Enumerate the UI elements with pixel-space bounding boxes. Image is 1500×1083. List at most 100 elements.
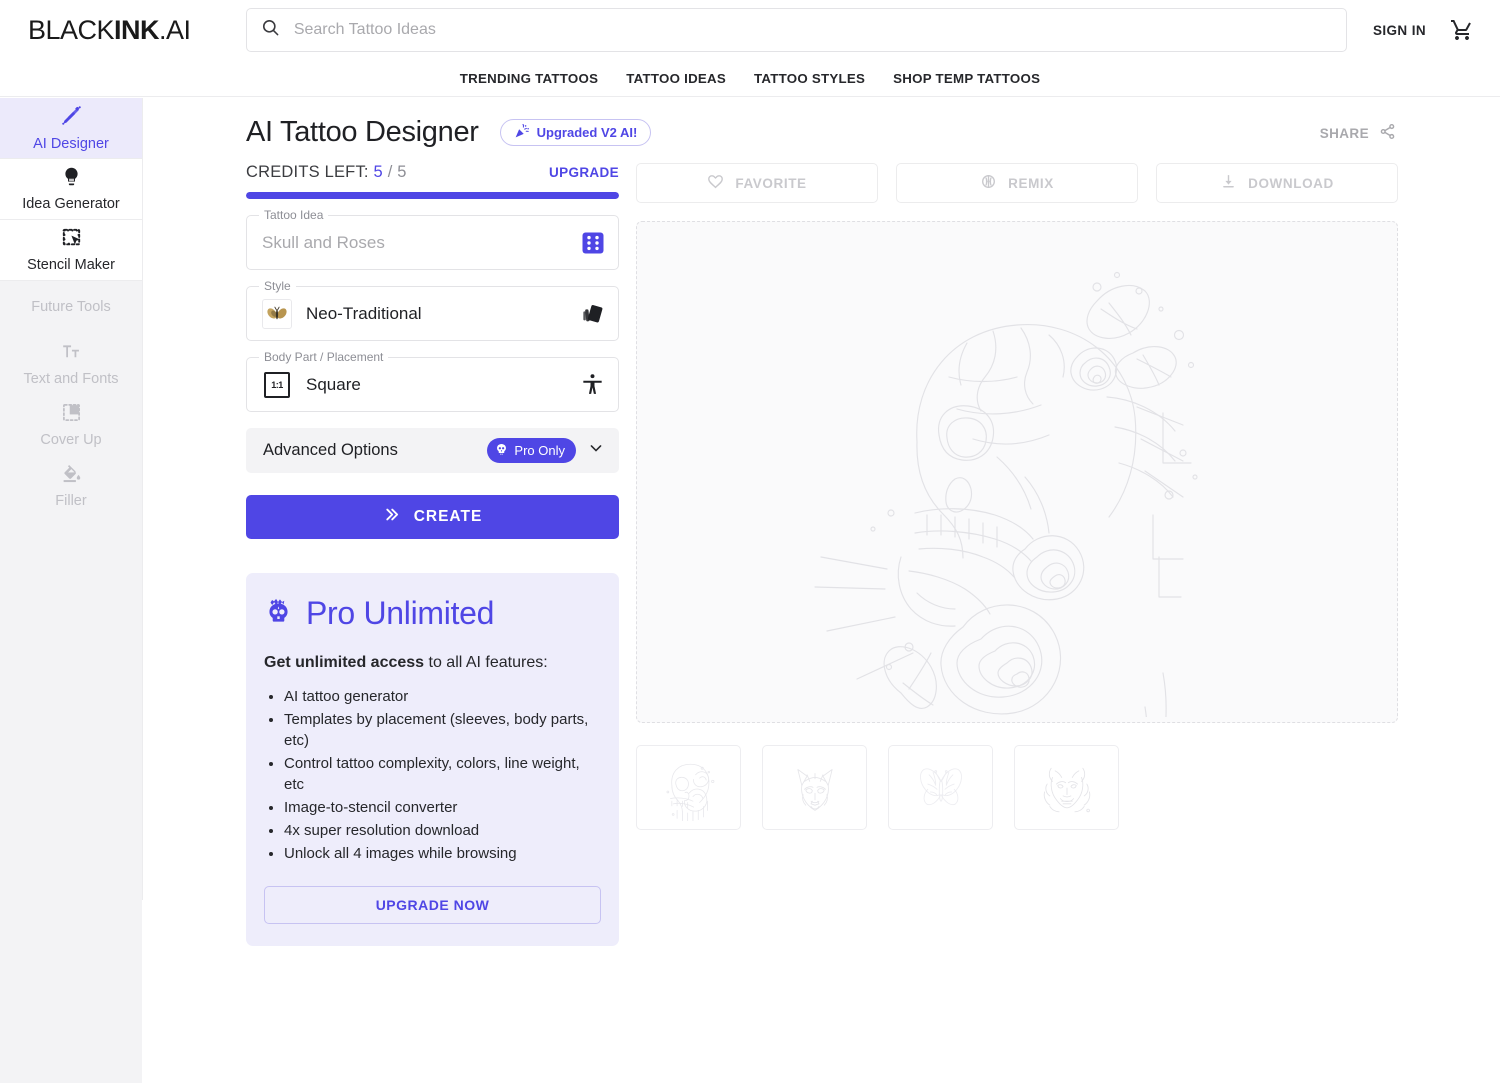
remix-icon (980, 173, 997, 193)
share-button-label: SHARE (1319, 125, 1369, 141)
sidebar-item-cover-up: Cover Up (0, 394, 142, 455)
main-content: AI Tattoo Designer Upgraded V2 AI! SHARE (143, 98, 1500, 946)
credits-total: 5 (397, 163, 407, 181)
chevron-down-icon[interactable] (586, 438, 606, 463)
butterfly-thumbnail (262, 298, 292, 329)
credits-progress-fill (246, 192, 619, 199)
credits-label: CREDITS LEFT: 5 / 5 (246, 163, 407, 182)
download-icon (1220, 173, 1237, 193)
credits-current: 5 (373, 163, 383, 181)
lightbulb-icon (61, 166, 82, 192)
thumbnail-oni-mask[interactable] (1014, 745, 1119, 830)
sidebar-item-stencil-maker[interactable]: Stencil Maker (0, 220, 142, 281)
designer-form-panel: CREDITS LEFT: 5 / 5 UPGRADE Tattoo Idea (246, 163, 619, 946)
brand-logo-part3: .AI (159, 14, 191, 45)
remix-button-label: REMIX (1008, 175, 1054, 191)
tattoo-idea-field[interactable]: Tattoo Idea (246, 208, 619, 270)
double-chevron-right-icon (383, 506, 400, 528)
style-label: Style (259, 279, 296, 293)
search-input[interactable] (293, 21, 1332, 39)
brand-logo[interactable]: BLACKINK.AI (0, 15, 246, 46)
skull-icon (495, 443, 508, 459)
sidebar-item-label: Text and Fonts (23, 370, 119, 387)
share-button[interactable]: SHARE (1320, 123, 1396, 143)
nav-item-trending-tattoos[interactable]: TRENDING TATTOOS (460, 71, 598, 86)
stencil-select-icon (61, 227, 82, 253)
list-item: Control tattoo complexity, colors, line … (284, 753, 601, 795)
aspect-ratio-1-1-icon: 1:1 (262, 370, 292, 400)
brand-logo-part1: BLACK (28, 14, 115, 45)
dice-icon[interactable] (581, 231, 605, 255)
thumbnail-strip (636, 745, 1398, 830)
pro-unlimited-feature-list: AI tattoo generator Templates by placeme… (284, 686, 601, 864)
create-button[interactable]: CREATE (246, 495, 619, 539)
favorite-button[interactable]: FAVORITE (636, 163, 878, 203)
remix-button[interactable]: REMIX (896, 163, 1138, 203)
sign-in-button[interactable]: SIGN IN (1373, 23, 1426, 38)
future-tools-heading: Future Tools (0, 281, 142, 333)
pro-unlimited-title-row: Pro Unlimited (264, 595, 601, 632)
upgraded-v2-badge-label: Upgraded V2 AI! (536, 125, 638, 140)
style-field[interactable]: Style Neo-Traditional (246, 279, 619, 341)
page-title-row: AI Tattoo Designer Upgraded V2 AI! (246, 116, 652, 149)
upgraded-v2-badge[interactable]: Upgraded V2 AI! (499, 119, 652, 146)
credits-progress-bar (246, 192, 619, 199)
future-tools-section: Future Tools Text and Fonts Cover Up Fil… (0, 281, 142, 1083)
advanced-options-toggle[interactable]: Advanced Options Pro Only (246, 428, 619, 473)
thumbnail-skull[interactable] (636, 745, 741, 830)
search-icon (261, 18, 280, 42)
nav-item-shop-temp-tattoos[interactable]: SHOP TEMP TATTOOS (893, 71, 1040, 86)
sidebar-item-text-and-fonts: Text and Fonts (0, 333, 142, 394)
pro-unlimited-card: Pro Unlimited Get unlimited access to al… (246, 573, 619, 946)
pro-unlimited-subtitle: Get unlimited access to all AI features: (264, 654, 601, 672)
top-header: BLACKINK.AI SIGN IN (0, 0, 1500, 60)
shopping-cart-icon[interactable] (1450, 18, 1474, 42)
download-button[interactable]: DOWNLOAD (1156, 163, 1398, 203)
body-part-label: Body Part / Placement (259, 350, 389, 364)
text-format-icon (61, 341, 82, 367)
nav-item-tattoo-styles[interactable]: TATTOO STYLES (754, 71, 865, 86)
nav-item-tattoo-ideas[interactable]: TATTOO IDEAS (626, 71, 726, 86)
credits-separator: / (387, 163, 393, 181)
list-item: Templates by placement (sleeves, body pa… (284, 709, 601, 751)
oni-mask-thumbnail (1043, 767, 1090, 812)
credits-row: CREDITS LEFT: 5 / 5 UPGRADE (246, 163, 619, 182)
pro-unlimited-subtitle-rest: to all AI features: (424, 654, 548, 671)
image-actions-row: FAVORITE REMIX DOWNLOAD (636, 163, 1398, 203)
aspect-ratio-text: 1:1 (264, 371, 290, 398)
upgrade-now-button[interactable]: UPGRADE NOW (264, 886, 601, 924)
pro-only-badge: Pro Only (487, 438, 576, 463)
brand-logo-part2: INK (114, 14, 160, 45)
crowned-skull-icon (264, 597, 293, 631)
pro-unlimited-title: Pro Unlimited (306, 595, 495, 631)
sidebar-item-ai-designer[interactable]: AI Designer (0, 98, 142, 159)
sidebar-item-label: Stencil Maker (27, 257, 115, 273)
style-value: Neo-Traditional (306, 303, 422, 323)
party-popper-icon (514, 123, 530, 142)
style-cards-icon[interactable] (580, 301, 605, 326)
share-icon (1379, 123, 1396, 143)
skull-thumbnail (666, 763, 714, 821)
cover-up-icon (61, 402, 82, 428)
upgrade-link[interactable]: UPGRADE (549, 165, 619, 180)
search-bar[interactable] (245, 8, 1347, 52)
download-button-label: DOWNLOAD (1248, 175, 1334, 191)
create-button-label: CREATE (413, 508, 483, 525)
sidebar-item-label: Idea Generator (22, 196, 120, 212)
sidebar-item-label: Filler (55, 492, 87, 509)
thumbnail-butterfly[interactable] (888, 745, 993, 830)
pro-only-badge-label: Pro Only (514, 443, 565, 458)
page-title: AI Tattoo Designer (246, 116, 479, 148)
image-preview-canvas[interactable] (636, 221, 1398, 723)
paint-bucket-icon (61, 463, 82, 489)
butterfly-thumbnail (919, 767, 962, 805)
tattoo-idea-input[interactable] (262, 232, 581, 253)
wolf-thumbnail (796, 768, 833, 811)
thumbnail-wolf[interactable] (762, 745, 867, 830)
advanced-options-label: Advanced Options (263, 441, 398, 459)
sidebar-item-label: AI Designer (33, 136, 109, 152)
sidebar-item-idea-generator[interactable]: Idea Generator (0, 159, 142, 220)
body-part-field[interactable]: Body Part / Placement 1:1 Square (246, 350, 619, 412)
list-item: 4x super resolution download (284, 820, 601, 841)
body-placement-icon[interactable] (580, 372, 605, 397)
